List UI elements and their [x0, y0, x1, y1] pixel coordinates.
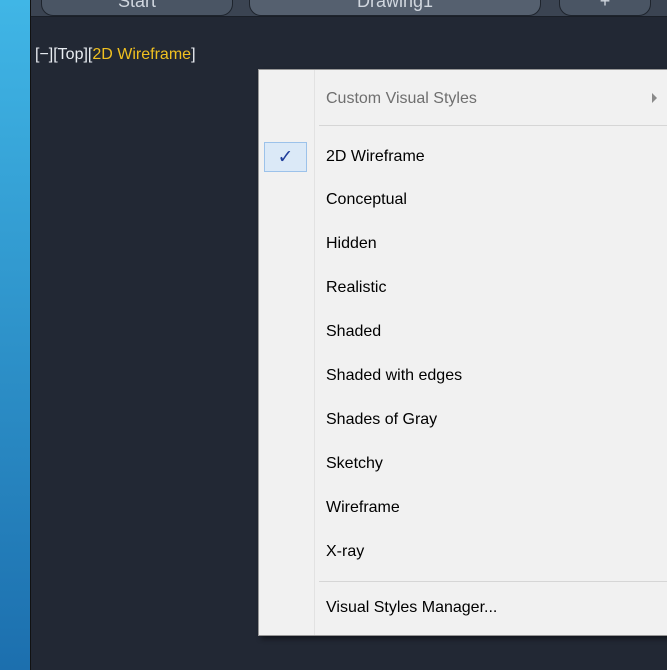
viewport-controls: [−][Top][2D Wireframe]	[35, 46, 196, 64]
viewport-menu-control[interactable]: [−]	[35, 46, 53, 63]
menu-item-hidden[interactable]: Hidden	[259, 226, 667, 262]
desktop-background-strip	[0, 0, 30, 670]
tab-start[interactable]: Start	[41, 0, 233, 16]
menu-item-label: Custom Visual Styles	[326, 90, 477, 107]
menu-item-shaded-with-edges[interactable]: Shaded with edges	[259, 358, 667, 394]
menu-item-conceptual[interactable]: Conceptual	[259, 182, 667, 218]
drawing-area[interactable]: Start Drawing1 + [−][Top][2D Wireframe] …	[30, 0, 667, 670]
menu-item-label: Visual Styles Manager...	[326, 599, 498, 616]
checkmark-icon: ✓	[264, 142, 307, 172]
menu-item-label: Shaded with edges	[326, 367, 463, 384]
menu-item-label: X-ray	[326, 543, 365, 560]
view-control[interactable]: [Top]	[53, 46, 88, 63]
menu-item-2d-wireframe[interactable]: ✓ 2D Wireframe	[259, 139, 667, 175]
menu-item-label: Conceptual	[326, 191, 407, 208]
menu-item-label: Shades of Gray	[326, 411, 438, 428]
visual-styles-menu: Custom Visual Styles ✓ 2D Wireframe Conc…	[258, 69, 667, 636]
menu-item-realistic[interactable]: Realistic	[259, 270, 667, 306]
menu-item-wireframe[interactable]: Wireframe	[259, 490, 667, 526]
menu-item-shaded[interactable]: Shaded	[259, 314, 667, 350]
visual-style-control[interactable]: 2D Wireframe	[92, 46, 191, 63]
menu-item-sketchy[interactable]: Sketchy	[259, 446, 667, 482]
menu-item-label: Sketchy	[326, 455, 383, 472]
menu-item-label: 2D Wireframe	[326, 148, 425, 165]
file-tab-bar: Start Drawing1 +	[31, 0, 667, 17]
menu-item-label: Shaded	[326, 323, 382, 340]
submenu-arrow-icon	[652, 93, 657, 103]
tab-drawing1[interactable]: Drawing1	[249, 0, 541, 16]
menu-item-label: Hidden	[326, 235, 377, 252]
new-tab-button[interactable]: +	[559, 0, 651, 16]
menu-item-custom-visual-styles[interactable]: Custom Visual Styles	[259, 81, 667, 117]
menu-separator	[319, 125, 667, 126]
menu-item-label: Wireframe	[326, 499, 400, 516]
menu-item-visual-styles-manager[interactable]: Visual Styles Manager...	[259, 590, 667, 626]
visual-style-bracket-close: ]	[191, 46, 196, 63]
menu-separator	[319, 581, 667, 582]
menu-item-label: Realistic	[326, 279, 387, 296]
menu-item-shades-of-gray[interactable]: Shades of Gray	[259, 402, 667, 438]
menu-item-x-ray[interactable]: X-ray	[259, 534, 667, 570]
